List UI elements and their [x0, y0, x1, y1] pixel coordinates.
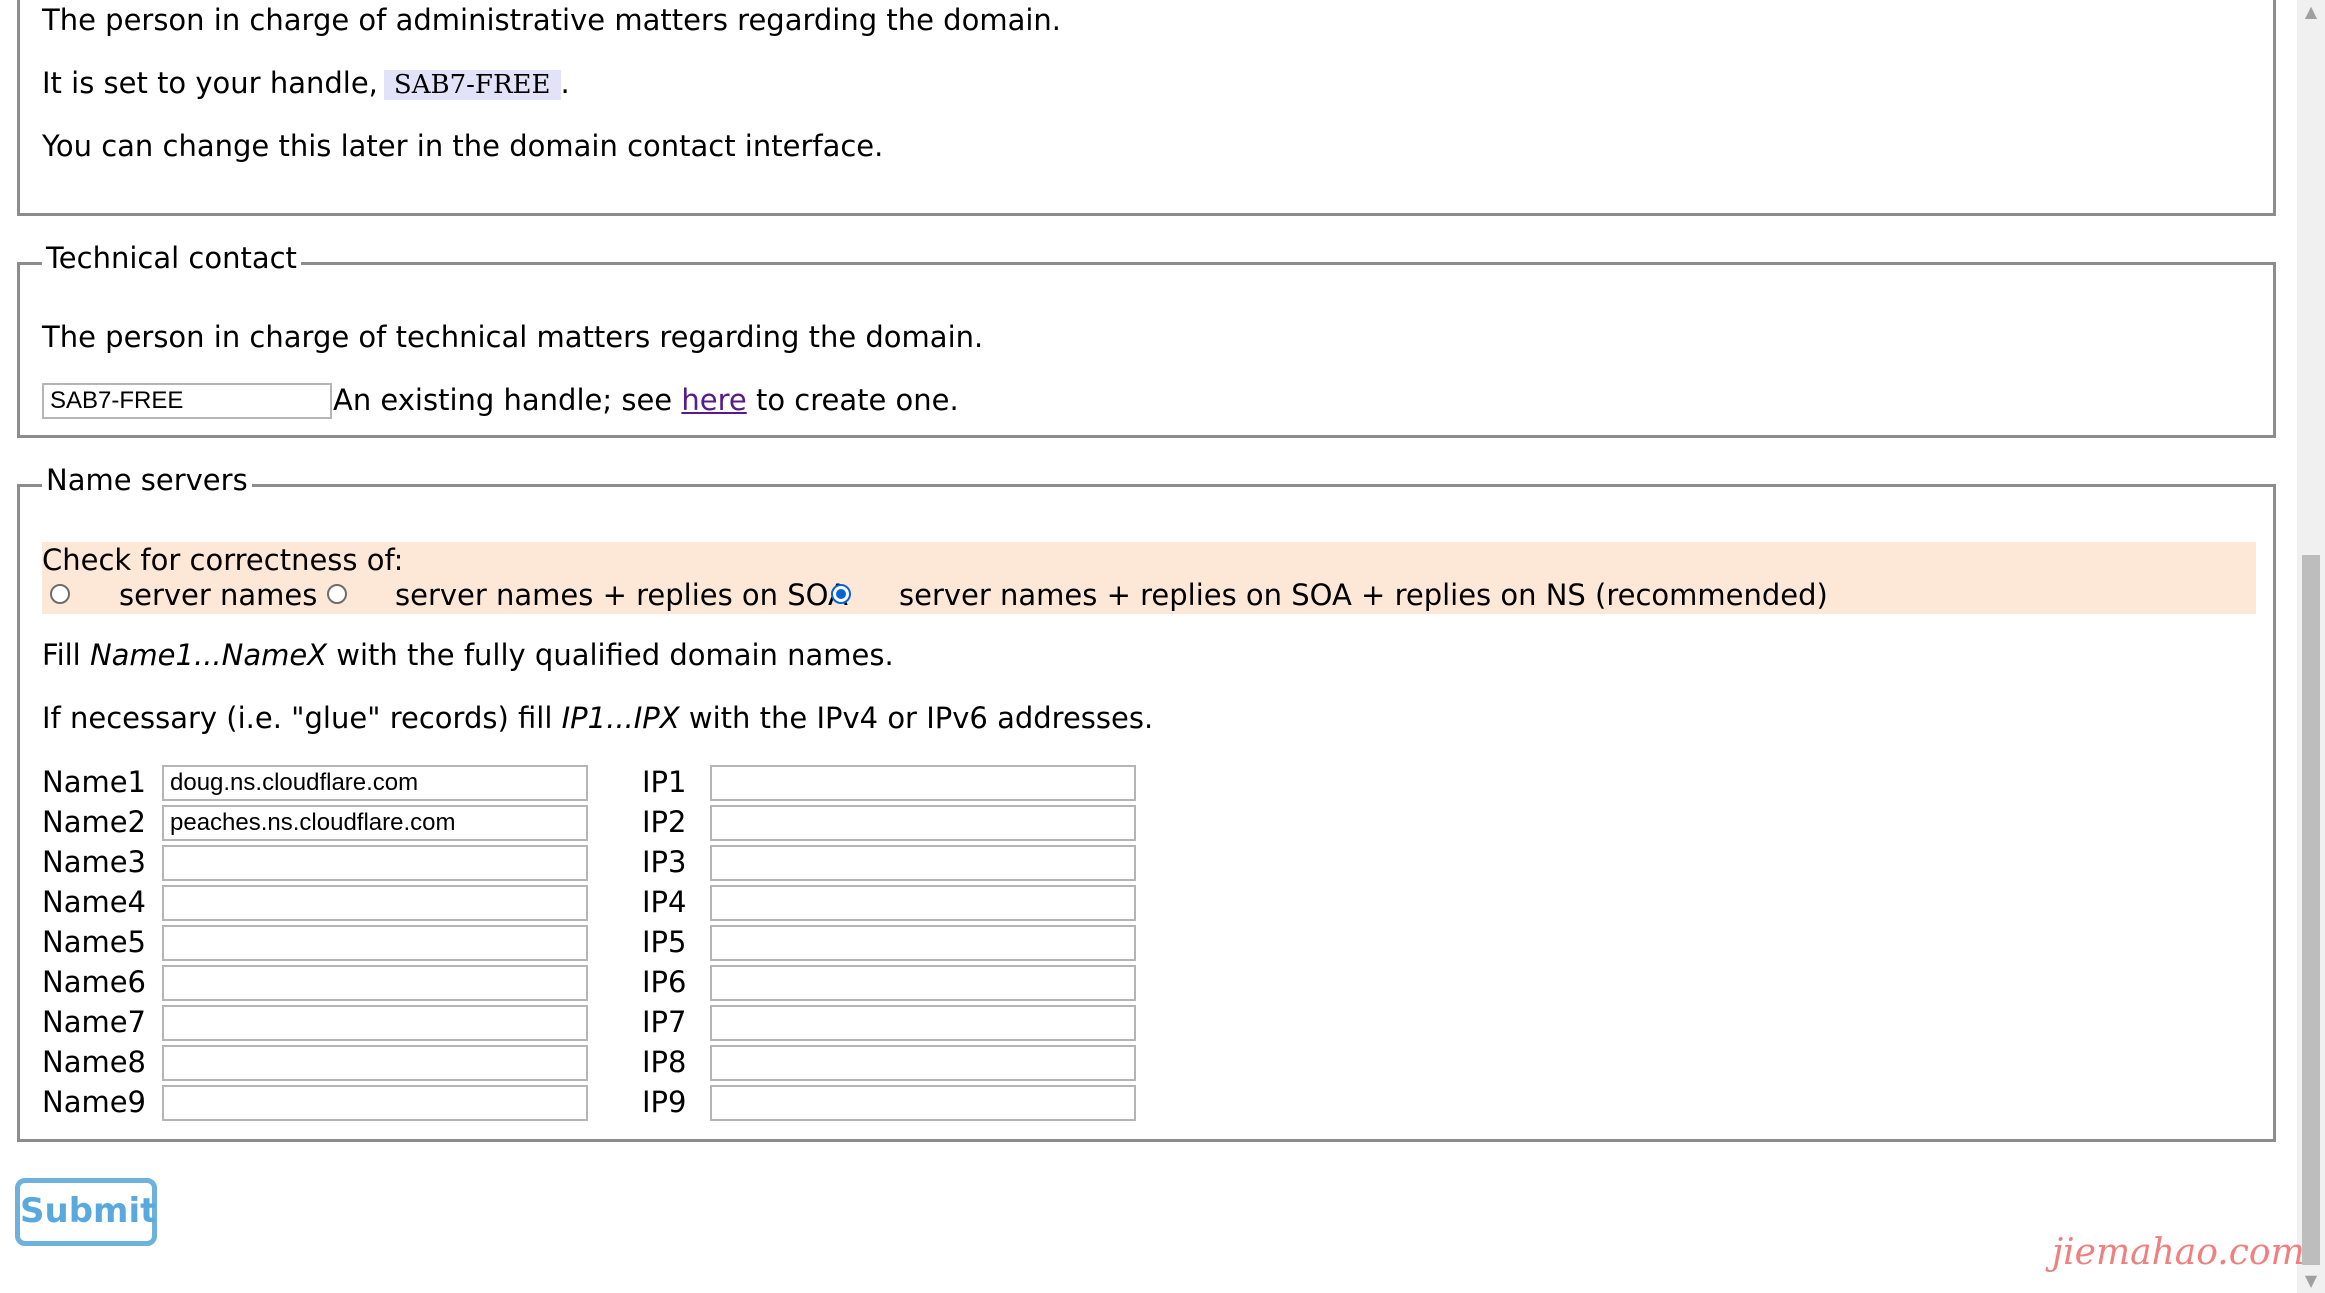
fill-names-instruction: Fill Name1...NameX with the fully qualif…: [42, 637, 894, 673]
name-label: Name6: [42, 965, 147, 999]
fill-names-suffix: with the fully qualified domain names.: [336, 638, 894, 672]
admin-contact-fieldset: The person in charge of administrative m…: [17, 0, 2276, 216]
scrollbar-thumb[interactable]: [2302, 555, 2320, 1265]
technical-contact-fieldset: Technical contact The person in charge o…: [17, 240, 2276, 438]
ip-label: IP1: [642, 765, 687, 799]
name-label: Name9: [42, 1085, 147, 1119]
glue-records-instruction: If necessary (i.e. "glue" records) fill …: [42, 700, 1153, 736]
name-servers-legend: Name servers: [42, 462, 252, 498]
create-handle-link[interactable]: here: [681, 383, 746, 417]
admin-handle-code: SAB7-FREE: [383, 70, 561, 100]
correctness-check-box: Check for correctness of: server names s…: [42, 542, 2256, 614]
name-server-input[interactable]: [162, 885, 588, 921]
name-label: Name2: [42, 805, 147, 839]
fill-names-emphasis: Name1...NameX: [89, 638, 328, 672]
name-server-input[interactable]: [162, 965, 588, 1001]
ip-label: IP8: [642, 1045, 687, 1079]
glue-records-emphasis: IP1...IPX: [561, 701, 680, 735]
technical-contact-description: The person in charge of technical matter…: [42, 320, 984, 354]
radio-server-names-soa[interactable]: [327, 584, 347, 604]
name-server-input[interactable]: [162, 1005, 588, 1041]
scroll-up-arrow-icon[interactable]: ▲: [2297, 0, 2325, 24]
ip-label: IP4: [642, 885, 687, 919]
technical-contact-note-prefix: An existing handle; see: [333, 383, 673, 417]
admin-description: The person in charge of administrative m…: [42, 3, 1062, 37]
name-label: Name5: [42, 925, 147, 959]
radio-server-names-soa-ns[interactable]: [831, 584, 851, 604]
ip-address-input[interactable]: [710, 1085, 1136, 1121]
admin-handle-line: It is set to your handle, SAB7-FREE.: [42, 65, 570, 103]
glue-records-suffix: with the IPv4 or IPv6 addresses.: [688, 701, 1154, 735]
radio-server-names[interactable]: [50, 584, 70, 604]
ip-label: IP5: [642, 925, 687, 959]
ip-address-input[interactable]: [710, 925, 1136, 961]
radio-label-server-names-soa: server names + replies on SOA: [395, 578, 848, 612]
ip-label: IP9: [642, 1085, 687, 1119]
ip-address-input[interactable]: [710, 885, 1136, 921]
vertical-scrollbar[interactable]: ▲ ▼: [2297, 0, 2325, 1293]
name-server-input[interactable]: [162, 925, 588, 961]
name-server-input[interactable]: [162, 845, 588, 881]
name-server-input[interactable]: peaches.ns.cloudflare.com: [162, 805, 588, 841]
name-label: Name1: [42, 765, 147, 799]
technical-contact-note: An existing handle; see here to create o…: [333, 382, 959, 418]
ip-label: IP6: [642, 965, 687, 999]
name-server-input[interactable]: [162, 1045, 588, 1081]
name-label: Name3: [42, 845, 147, 879]
name-server-input[interactable]: [162, 1085, 588, 1121]
admin-handle-suffix: .: [560, 66, 570, 100]
radio-label-server-names: server names: [119, 578, 318, 612]
technical-contact-legend: Technical contact: [42, 240, 301, 276]
fill-names-prefix: Fill: [42, 638, 81, 672]
ip-address-input[interactable]: [710, 965, 1136, 1001]
ip-address-input[interactable]: [710, 1045, 1136, 1081]
name-label: Name8: [42, 1045, 147, 1079]
ip-label: IP2: [642, 805, 687, 839]
correctness-check-title: Check for correctness of:: [42, 543, 404, 577]
ip-address-input[interactable]: [710, 845, 1136, 881]
name-label: Name4: [42, 885, 147, 919]
technical-contact-handle-input[interactable]: SAB7-FREE: [42, 383, 332, 419]
ip-label: IP3: [642, 845, 687, 879]
name-label: Name7: [42, 1005, 147, 1039]
admin-change-note: You can change this later in the domain …: [42, 129, 884, 163]
ip-label: IP7: [642, 1005, 687, 1039]
ip-address-input[interactable]: [710, 765, 1136, 801]
admin-handle-prefix: It is set to your handle,: [42, 66, 378, 100]
ip-address-input[interactable]: [710, 1005, 1136, 1041]
glue-records-prefix: If necessary (i.e. "glue" records) fill: [42, 701, 553, 735]
ip-address-input[interactable]: [710, 805, 1136, 841]
name-server-input[interactable]: doug.ns.cloudflare.com: [162, 765, 588, 801]
submit-button[interactable]: Submit: [15, 1178, 157, 1246]
radio-label-server-names-soa-ns: server names + replies on SOA + replies …: [899, 578, 1828, 612]
name-servers-fieldset: Name servers Check for correctness of: s…: [17, 462, 2276, 1142]
watermark-logo: jiemahao.com: [2052, 1232, 2305, 1273]
technical-contact-note-suffix: to create one.: [755, 383, 959, 417]
